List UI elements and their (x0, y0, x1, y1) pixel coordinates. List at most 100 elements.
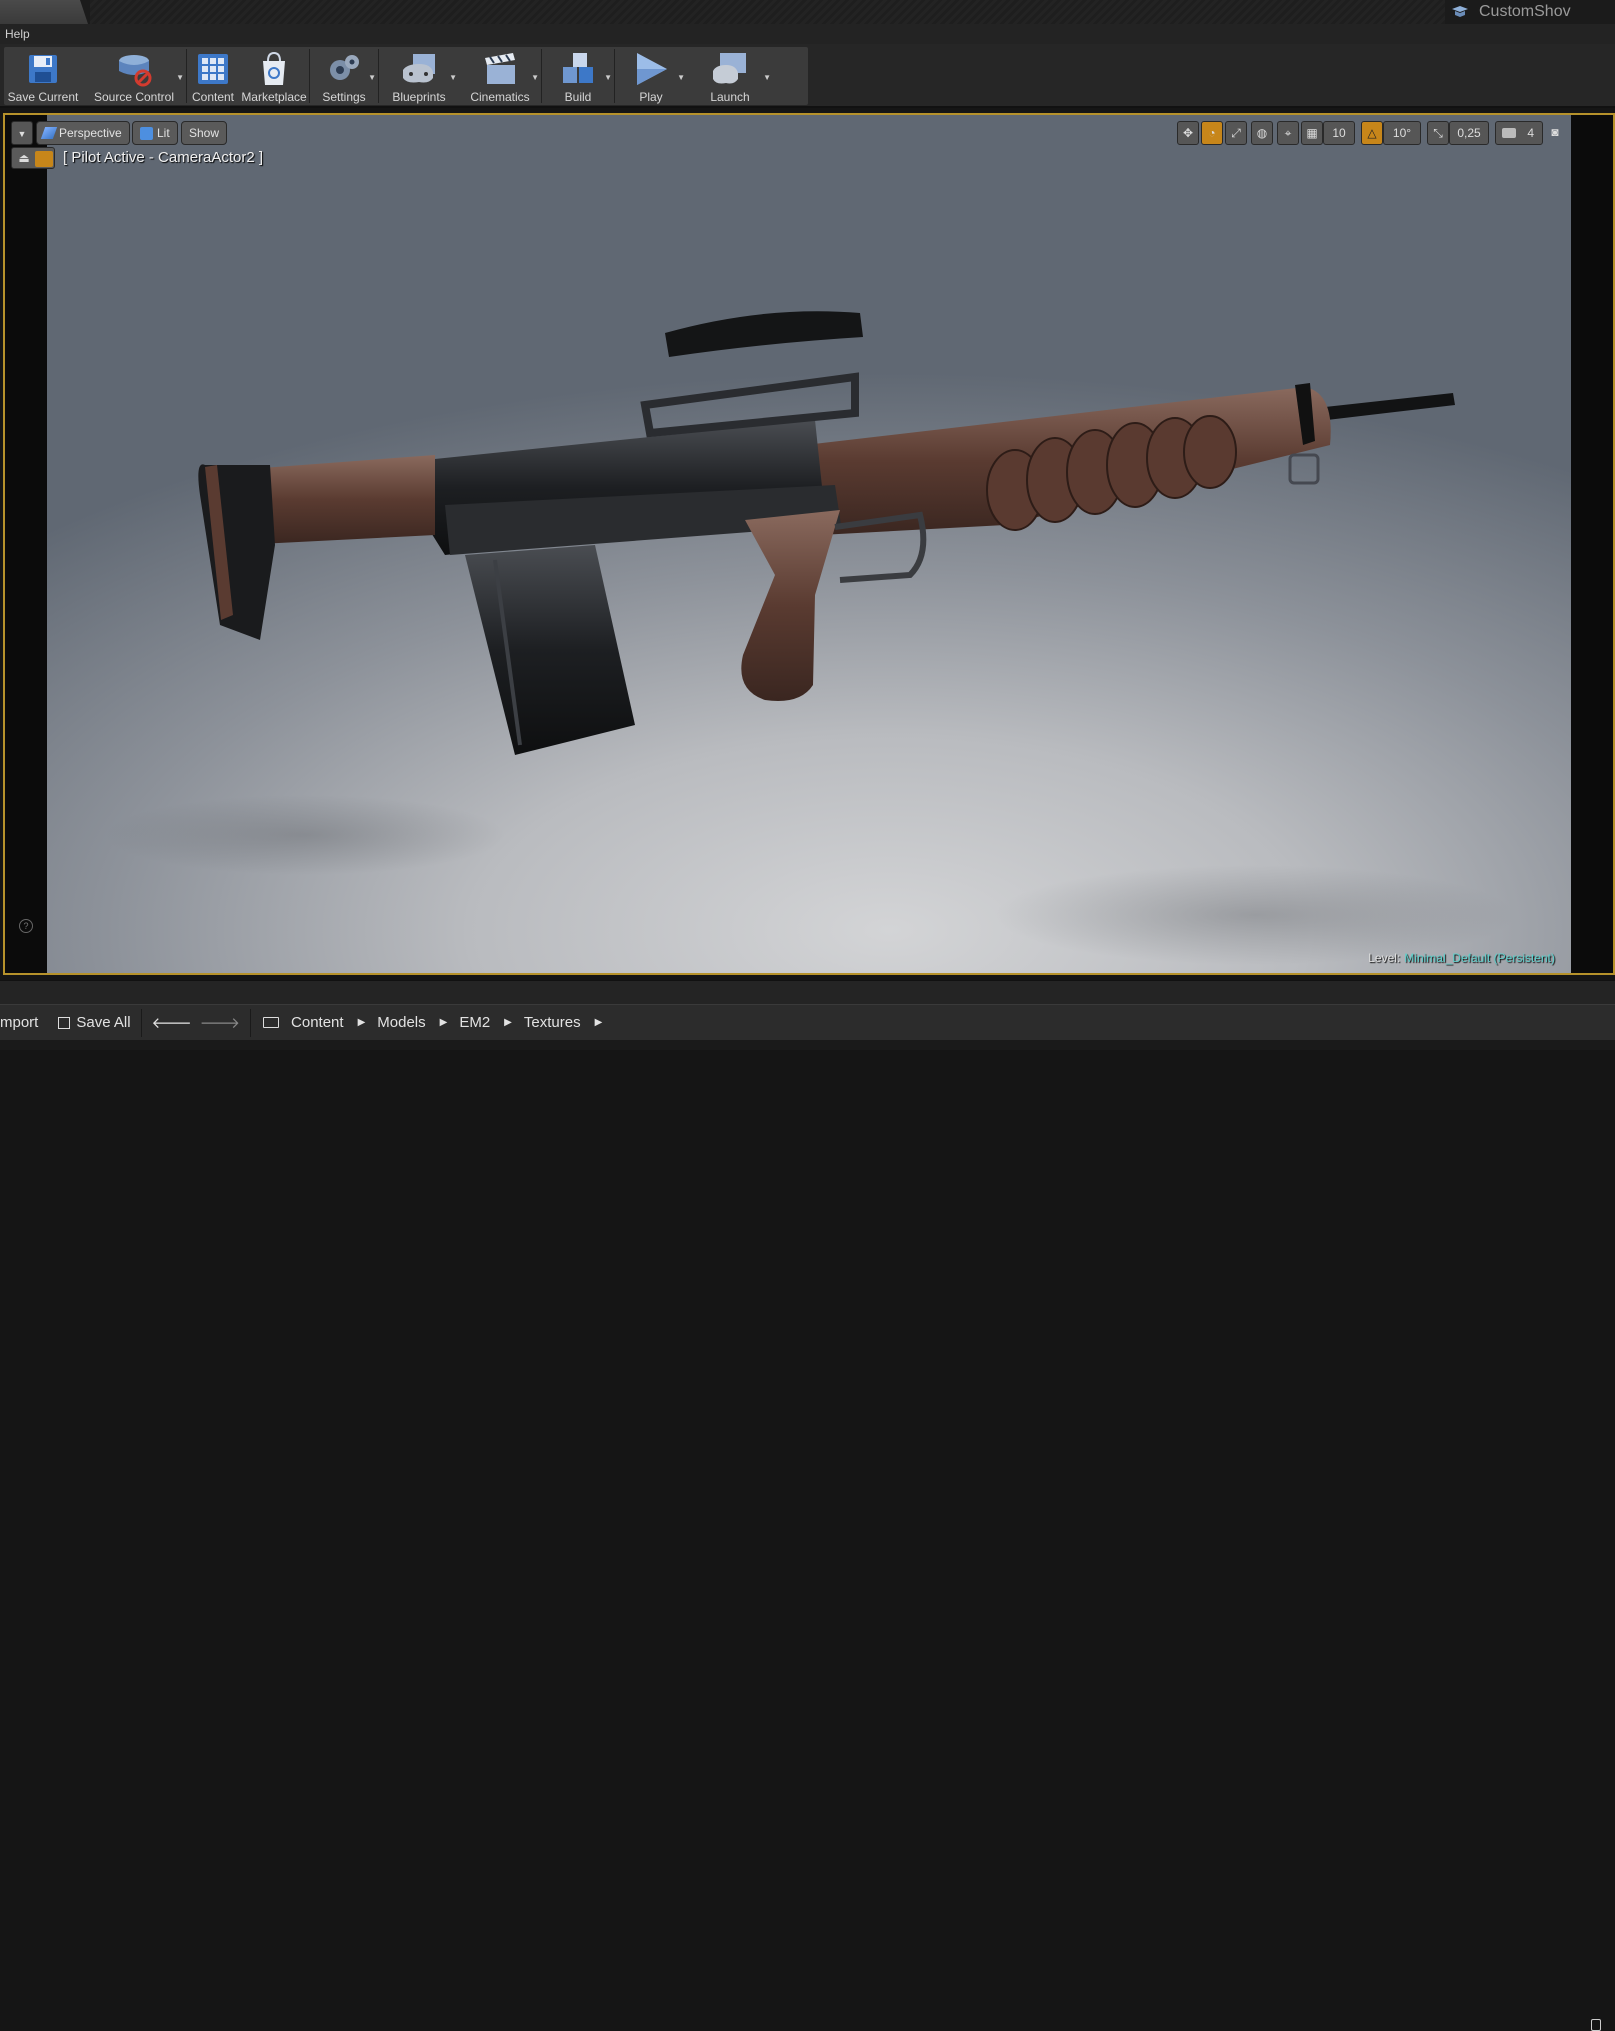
scale-mode-icon[interactable]: ⤢ (1225, 121, 1247, 145)
save-all-label: Save All (76, 1014, 131, 1031)
level-name: Minimal_Default (Persistent) (1404, 951, 1555, 965)
import-button[interactable]: mport (0, 1014, 38, 1031)
build-label: Build (564, 90, 592, 104)
project-name-text: CustomShov (1479, 3, 1571, 20)
scale-snap-value[interactable]: 0,25 (1449, 121, 1489, 145)
camera-speed-button[interactable]: 4 (1495, 121, 1543, 145)
camera-speed-value: 4 (1527, 126, 1534, 140)
save-current-button[interactable]: Save Current (4, 47, 82, 105)
launch-button[interactable]: Launch ▼ (687, 47, 773, 105)
lit-label: Lit (157, 126, 170, 140)
menu-bar: Help (0, 24, 1615, 44)
project-icon (1452, 6, 1468, 17)
marketplace-label: Marketplace (241, 90, 307, 104)
clapperboard-icon (485, 53, 515, 84)
source-control-button[interactable]: Source Control ▼ (82, 47, 186, 105)
translate-mode-icon[interactable]: ✥ (1177, 121, 1199, 145)
blueprints-icon (403, 54, 435, 83)
breadcrumb-models[interactable]: Models (377, 1014, 425, 1031)
play-label: Play (639, 90, 663, 104)
save-current-label: Save Current (7, 90, 79, 104)
viewport-right-border (1571, 115, 1613, 973)
rotation-snap-value[interactable]: 10° (1383, 121, 1421, 145)
toolbar-divider (140, 1008, 142, 1037)
viewport-options-dropdown[interactable]: ▼ (11, 121, 33, 145)
chevron-down-icon[interactable]: ▼ (763, 73, 771, 82)
perspective-label: Perspective (59, 126, 122, 140)
launch-monitor-icon (713, 53, 746, 84)
blueprints-label: Blueprints (392, 90, 446, 104)
viewport-left-border (5, 115, 47, 973)
source-control-label: Source Control (93, 90, 175, 104)
build-blocks-icon (563, 53, 593, 83)
save-all-button[interactable]: Save All (58, 1014, 131, 1031)
lit-button[interactable]: Lit (132, 121, 178, 145)
title-bar: CustomShov (0, 0, 1615, 24)
chevron-down-icon[interactable]: ▼ (176, 73, 184, 82)
rifle-model (105, 311, 1515, 965)
perspective-icon (40, 127, 58, 139)
breadcrumb-content[interactable]: Content (291, 1014, 344, 1031)
rotate-mode-icon[interactable]: ◔ (1201, 121, 1223, 145)
toolbar-area: Save Current Source Control ▼ Content Ma… (0, 44, 1615, 108)
project-name: CustomShov (1445, 0, 1615, 24)
lit-cube-icon (140, 127, 153, 140)
pilot-actor-icon[interactable] (35, 151, 53, 167)
menu-help[interactable]: Help (5, 27, 30, 41)
chevron-down-icon[interactable]: ▼ (531, 73, 539, 82)
back-icon[interactable]: 🡐 (152, 1013, 192, 1032)
editor-tab[interactable] (0, 0, 88, 24)
perspective-button[interactable]: Perspective (36, 121, 130, 145)
help-icon[interactable]: ? (19, 919, 33, 933)
folder-icon (263, 1017, 280, 1028)
settings-button[interactable]: Settings ▼ (310, 47, 378, 105)
marketplace-button[interactable]: Marketplace (239, 47, 309, 105)
cinematics-button[interactable]: Cinematics ▼ (459, 47, 541, 105)
breadcrumb-textures[interactable]: Textures (524, 1014, 581, 1031)
level-key: Level: (1368, 951, 1401, 965)
cinematics-label: Cinematics (470, 90, 530, 104)
play-button[interactable]: Play ▼ (615, 47, 687, 105)
breadcrumb-em2[interactable]: EM2 (459, 1014, 490, 1031)
chevron-down-icon[interactable]: ▼ (368, 73, 376, 82)
save-icon (29, 55, 57, 83)
content-browser-body (0, 1040, 1615, 1050)
maximize-viewport-icon[interactable]: ◙ (1547, 121, 1563, 145)
launch-label: Launch (710, 90, 750, 104)
gear-icon (330, 55, 359, 80)
chevron-down-icon[interactable]: ▼ (449, 73, 457, 82)
panel-tab-strip (0, 980, 1615, 1004)
content-browser-toolbar: mport Save All 🡐 🡒 Content ▶ Models ▶ EM… (0, 1004, 1615, 2031)
title-bar-drag-area[interactable] (90, 0, 1615, 24)
camera-icon (1502, 128, 1516, 138)
eject-icon[interactable]: ⏏ (15, 151, 33, 167)
blueprints-button[interactable]: Blueprints ▼ (379, 47, 459, 105)
content-label: Content (191, 90, 235, 104)
play-icon (637, 53, 667, 85)
world-space-icon[interactable]: ◍ (1251, 121, 1273, 145)
build-button[interactable]: Build ▼ (542, 47, 614, 105)
main-toolbar: Save Current Source Control ▼ Content Ma… (4, 47, 808, 105)
pilot-active-label: [ Pilot Active - CameraActor2 ] (63, 149, 264, 166)
grid-snap-icon[interactable]: ▦ (1301, 121, 1323, 145)
content-grid-icon (198, 54, 228, 84)
breadcrumb-arrow-icon[interactable]: ▶ (358, 1017, 366, 1028)
level-info: Level: Minimal_Default (Persistent) (1368, 951, 1555, 965)
show-button[interactable]: Show (181, 121, 228, 145)
lock-icon[interactable] (1591, 2019, 1601, 2031)
breadcrumb-arrow-icon[interactable]: ▶ (504, 1017, 512, 1028)
grid-snap-value[interactable]: 10 (1323, 121, 1355, 145)
level-viewport[interactable]: ▼ Perspective Lit Show ✥ ◔ ⤢ ◍ ⌖ ▦ 10 △ … (3, 113, 1615, 975)
surface-snap-icon[interactable]: ⌖ (1277, 121, 1299, 145)
breadcrumb-arrow-icon[interactable]: ▶ (440, 1017, 448, 1028)
settings-label: Settings (322, 90, 366, 104)
content-button[interactable]: Content (187, 47, 239, 105)
chevron-down-icon[interactable]: ▼ (677, 73, 685, 82)
rotation-snap-icon[interactable]: △ (1361, 121, 1383, 145)
forward-icon[interactable]: 🡒 (200, 1013, 240, 1032)
chevron-down-icon[interactable]: ▼ (604, 73, 612, 82)
pilot-controls: ⏏ (11, 147, 55, 169)
scale-snap-icon[interactable]: ⤡ (1427, 121, 1449, 145)
breadcrumb-arrow-icon[interactable]: ▶ (595, 1017, 603, 1028)
save-icon (58, 1016, 71, 1029)
